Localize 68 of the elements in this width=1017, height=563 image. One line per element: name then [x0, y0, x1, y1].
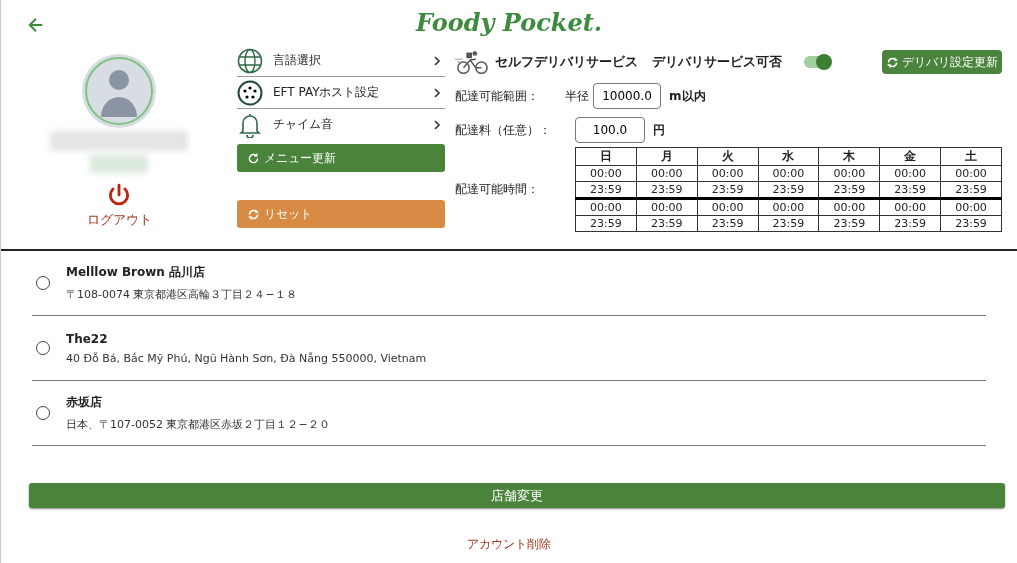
- time-cell[interactable]: 00:00: [575, 198, 637, 216]
- time-cell[interactable]: 23:59: [758, 215, 819, 232]
- chevron-icon: [433, 86, 441, 99]
- time-cell[interactable]: 00:00: [758, 165, 819, 182]
- unit-label: m以内: [669, 87, 706, 105]
- menu-item[interactable]: チャイム音: [237, 109, 445, 140]
- time-cell[interactable]: 00:00: [818, 198, 880, 216]
- sync-icon: [247, 207, 260, 221]
- time-cell[interactable]: 00:00: [636, 198, 698, 216]
- menu-update-button[interactable]: メニュー更新: [237, 144, 445, 172]
- day-header: 日: [575, 147, 637, 166]
- bell-icon: [237, 111, 263, 138]
- store-address: 40 Đỗ Bá, Bắc Mỹ Phú, Ngũ Hành Sơn, Đà Nẵng 550000, Vietnam: [66, 351, 427, 365]
- time-cell[interactable]: 00:00: [879, 198, 941, 216]
- avatar-icon: [81, 53, 157, 129]
- sync-icon: [886, 55, 899, 69]
- menu-item[interactable]: 言語選択: [237, 45, 445, 77]
- field-label: 配達可能範囲：: [455, 87, 540, 105]
- day-header: 火: [697, 147, 759, 166]
- time-cell[interactable]: 23:59: [940, 215, 1002, 232]
- time-cell[interactable]: 23:59: [818, 215, 880, 232]
- time-cell[interactable]: 23:59: [575, 215, 637, 232]
- cyclist-icon: [455, 49, 489, 75]
- toggle-label: デリバリサービス可否: [652, 53, 782, 71]
- time-cell[interactable]: 00:00: [575, 165, 637, 182]
- store-name: Melllow Brown 品川店: [66, 264, 207, 281]
- logout-link[interactable]: ログアウト: [86, 211, 152, 229]
- field-label: 半径: [565, 87, 589, 105]
- logo: Foody Pocket.: [415, 8, 603, 37]
- time-cell[interactable]: 23:59: [575, 181, 637, 199]
- time-cell[interactable]: 00:00: [879, 165, 941, 182]
- day-header: 金: [879, 147, 941, 166]
- store-name: The22: [66, 331, 109, 346]
- store-address: 日本、〒107-0052 東京都港区赤坂２丁目１２−２０: [66, 417, 330, 432]
- time-cell[interactable]: 23:59: [697, 215, 759, 232]
- day-header: 木: [818, 147, 880, 166]
- day-header: 月: [636, 147, 698, 166]
- menu-item[interactable]: EFT PAYホスト設定: [237, 77, 445, 109]
- delivery-update-button[interactable]: デリバリ設定更新: [882, 50, 1002, 74]
- time-cell[interactable]: 00:00: [636, 165, 698, 182]
- radius-field[interactable]: 10000.0: [593, 83, 661, 109]
- blurred-id: [90, 155, 148, 173]
- change-store-button[interactable]: 店舗変更: [29, 483, 1005, 508]
- globe-icon: [237, 47, 263, 74]
- connector-icon: [237, 79, 263, 106]
- day-header: 水: [758, 147, 819, 166]
- day-header: 土: [940, 147, 1002, 166]
- time-cell[interactable]: 00:00: [697, 198, 759, 216]
- field-label: 配達可能時間：: [455, 181, 540, 198]
- delete-account-link[interactable]: アカウント削除: [467, 536, 551, 553]
- back-icon[interactable]: [27, 16, 45, 34]
- time-cell[interactable]: 00:00: [818, 165, 880, 182]
- refresh-icon: [247, 151, 260, 165]
- store-name: 赤坂店: [66, 394, 103, 411]
- time-cell[interactable]: 23:59: [879, 215, 941, 232]
- unit-label: 円: [653, 121, 665, 139]
- time-cell[interactable]: 00:00: [697, 165, 759, 182]
- store-address: 〒108-0074 東京都港区高輪３丁目２４−１８: [66, 287, 297, 302]
- chevron-icon: [433, 118, 441, 131]
- time-cell[interactable]: 00:00: [758, 198, 819, 216]
- chevron-icon: [433, 54, 441, 67]
- time-cell[interactable]: 00:00: [940, 198, 1002, 216]
- field-label: 配達料（任意）：: [455, 121, 552, 139]
- time-cell[interactable]: 00:00: [940, 165, 1002, 182]
- time-cell[interactable]: 23:59: [636, 215, 698, 232]
- section-title: セルフデリバリサービス: [495, 53, 638, 71]
- delivery-toggle[interactable]: [804, 56, 830, 68]
- fee-field[interactable]: 100.0: [575, 117, 645, 143]
